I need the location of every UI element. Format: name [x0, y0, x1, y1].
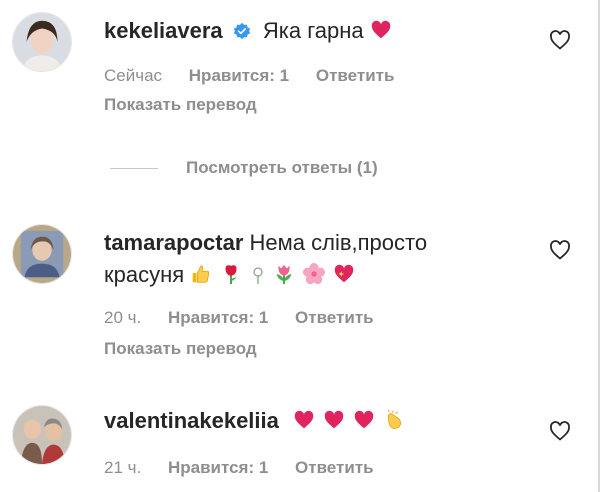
username[interactable]: kekeliavera	[104, 18, 223, 43]
like-heart-icon[interactable]	[548, 419, 572, 443]
verified-badge-icon	[233, 18, 251, 40]
red-heart-icon	[353, 409, 375, 431]
comment-text-line2: красуня	[104, 262, 185, 287]
red-heart-icon	[323, 409, 345, 431]
comment-body: tamarapoctar Нема слів,просто красуня	[104, 228, 534, 290]
reply-button[interactable]: Ответить	[316, 66, 395, 85]
tulip-icon	[273, 263, 295, 285]
show-translation-button[interactable]: Показать перевод	[104, 95, 257, 115]
comment-meta: Сейчас Нравится: 1 Ответить	[104, 66, 416, 86]
reply-button[interactable]: Ответить	[295, 308, 374, 327]
likes-count[interactable]: Нравится: 1	[189, 66, 289, 85]
like-heart-icon[interactable]	[548, 28, 572, 52]
view-replies-button[interactable]: Посмотреть ответы (1)	[110, 155, 378, 181]
avatar[interactable]	[12, 405, 72, 465]
comment-meta: 21 ч. Нравится: 1 Ответить	[104, 458, 396, 478]
clapping-hands-icon	[383, 409, 405, 431]
like-heart-icon[interactable]	[548, 238, 572, 262]
avatar[interactable]	[12, 12, 72, 72]
red-heart-icon	[370, 19, 392, 41]
cherry-blossom-icon	[302, 263, 325, 285]
timestamp: 21 ч.	[104, 458, 142, 477]
timestamp: 20 ч.	[104, 308, 142, 327]
comment-meta: 20 ч. Нравится: 1 Ответить	[104, 308, 396, 328]
comment-text-line1: Нема слів,просто	[249, 230, 428, 255]
comments-panel: kekeliavera Яка гарна Сейчас Нравится: 1…	[0, 0, 600, 492]
comment-body: kekeliavera Яка гарна	[104, 16, 534, 46]
view-replies-label: Посмотреть ответы (1)	[186, 158, 378, 177]
comment-item: tamarapoctar Нема слів,просто красуня 20…	[0, 210, 594, 370]
divider	[110, 167, 158, 169]
heart-with-sparkles-icon	[333, 263, 355, 285]
show-translation-button[interactable]: Показать перевод	[104, 339, 257, 359]
avatar[interactable]	[12, 224, 72, 284]
comment-text: Яка гарна	[262, 18, 364, 43]
timestamp: Сейчас	[104, 66, 163, 85]
red-heart-icon	[293, 409, 315, 431]
reply-button[interactable]: Ответить	[295, 458, 374, 477]
comment-item: kekeliavera Яка гарна Сейчас Нравится: 1…	[0, 0, 594, 140]
likes-count[interactable]: Нравится: 1	[168, 458, 268, 477]
small-flower-icon	[251, 262, 265, 284]
rose-icon	[220, 263, 242, 285]
username[interactable]: tamarapoctar	[104, 230, 243, 255]
likes-count[interactable]: Нравится: 1	[168, 308, 268, 327]
thumbs-up-icon	[190, 263, 212, 285]
comment-item: valentinakekeliia 21 ч. Нравится: 1 Отве…	[0, 395, 594, 492]
username[interactable]: valentinakekeliia	[104, 408, 279, 433]
comment-body: valentinakekeliia	[104, 406, 534, 436]
